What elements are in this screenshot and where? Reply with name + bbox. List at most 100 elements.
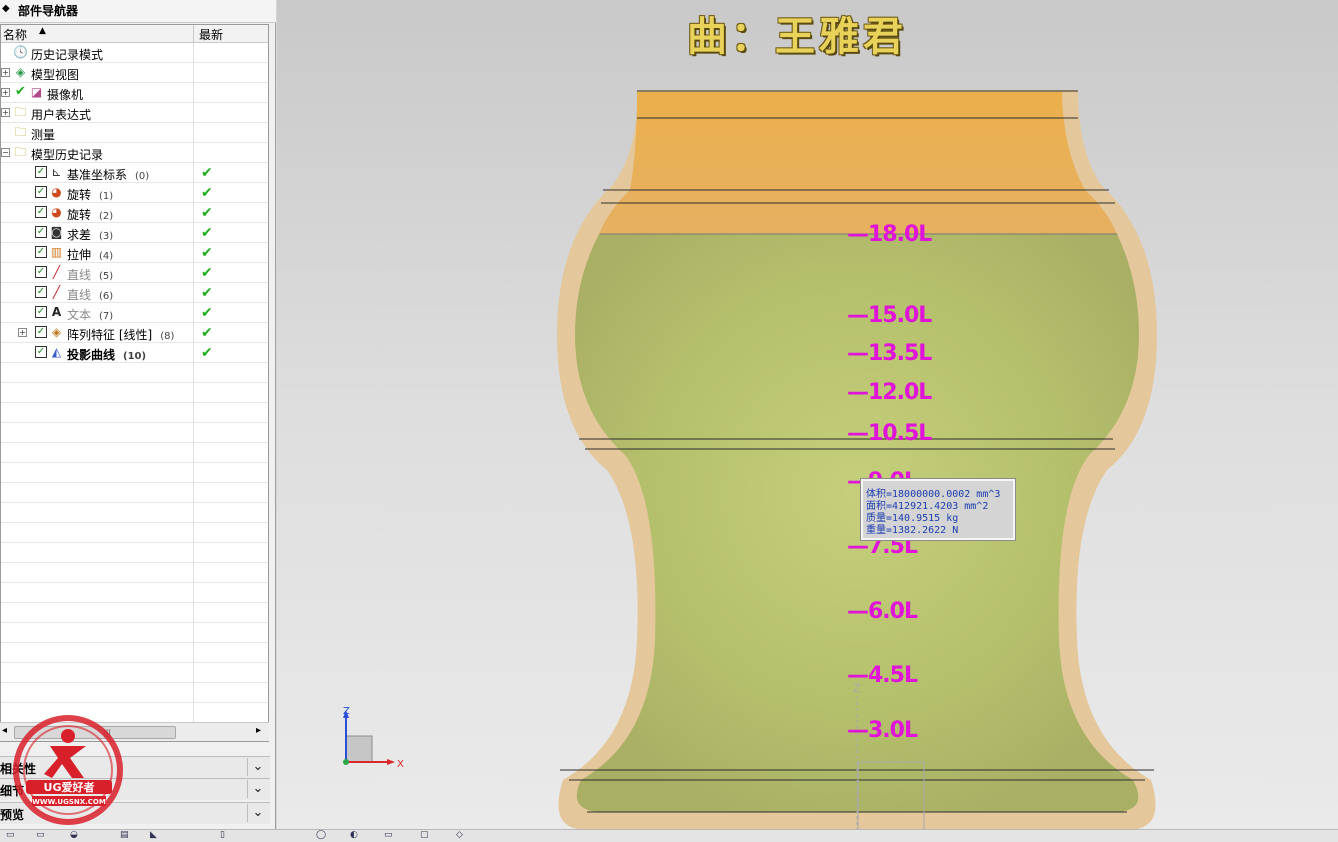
navigator-tree[interactable]: 名称 ▲ 最新 🕓 历史记录模式 + ◈ 模型视图 + ✔ ◪ 摄像机 + 🗀 用户表达式 🗀 测量 − 🗀 模… — [0, 24, 269, 742]
toolbar-icon[interactable]: ◣ — [150, 830, 157, 840]
pin-icon[interactable]: ◆ — [2, 3, 10, 14]
project-curve-icon: ◭ — [51, 345, 62, 359]
folder-icon: 🗀 — [14, 125, 27, 139]
tree-row[interactable]: ✓ ╱ 直线 (6) ✔ — [1, 283, 268, 303]
tree-row[interactable]: + ✔ ◪ 摄像机 — [1, 83, 268, 103]
tree-row-label: 求差 (3) — [67, 226, 113, 243]
tree-row-empty — [1, 583, 268, 603]
toolbar-icon[interactable]: ◯ — [316, 830, 326, 840]
vase-model[interactable]: Z — [277, 0, 1338, 829]
toolbar-icon[interactable]: ◇ — [456, 830, 463, 840]
toolbar-icon[interactable]: ▭ — [36, 830, 45, 840]
tree-row[interactable]: ✓ ◭ 投影曲线 (10) ✔ — [1, 343, 268, 363]
sort-asc-icon[interactable]: ▲ — [39, 26, 46, 36]
tree-row[interactable]: ✓ A 文本 (7) ✔ — [1, 303, 268, 323]
feature-name: 旋转 — [67, 188, 92, 202]
tree-row[interactable]: − 🗀 模型历史记录 — [1, 143, 268, 163]
tree-row-label: 阵列特征 [线性] (8) — [67, 326, 174, 343]
tree-row[interactable]: + 🗀 用户表达式 — [1, 103, 268, 123]
feature-checkbox[interactable]: ✓ — [35, 206, 47, 218]
datum-csys-icon: ⊾ — [51, 165, 62, 179]
toolbar-icon[interactable]: ▭ — [6, 830, 15, 840]
subtract-icon: ◙ — [50, 225, 63, 239]
tree-row[interactable]: 🗀 测量 — [1, 123, 268, 143]
feature-checkbox[interactable]: ✓ — [35, 186, 47, 198]
tree-row-label: 模型历史记录 — [31, 146, 103, 163]
tree-row[interactable]: ✓ ◕ 旋转 (1) ✔ — [1, 183, 268, 203]
feature-checkbox[interactable]: ✓ — [35, 266, 47, 278]
feature-checkbox[interactable]: ✓ — [35, 246, 47, 258]
chevron-down-icon[interactable]: ⌄ — [247, 780, 268, 798]
column-divider — [193, 563, 194, 583]
tree-row-empty — [1, 603, 268, 623]
tree-row[interactable]: ✓ ▥ 拉伸 (4) ✔ — [1, 243, 268, 263]
tree-row[interactable]: + ✓ ◈ 阵列特征 [线性] (8) ✔ — [1, 323, 268, 343]
feature-checkbox[interactable]: ✓ — [35, 166, 47, 178]
column-divider — [193, 423, 194, 443]
feature-checkbox[interactable]: ✓ — [35, 326, 47, 338]
expand-icon[interactable]: + — [18, 328, 27, 337]
feature-name: 阵列特征 [线性] — [67, 328, 153, 342]
feature-checkbox[interactable]: ✓ — [35, 226, 47, 238]
latest-check-icon: ✔ — [201, 305, 213, 321]
chevron-down-icon[interactable]: ⌄ — [247, 804, 268, 822]
expand-icon[interactable]: + — [1, 68, 10, 77]
column-divider — [193, 543, 194, 563]
weight-readout: 重量=1382.2622 N — [866, 525, 959, 536]
collapse-icon[interactable]: − — [1, 148, 10, 157]
feature-number: (1) — [99, 191, 114, 202]
feature-checkbox[interactable]: ✓ — [35, 286, 47, 298]
ugsnx-logo: UG爱好者 WWW.UGSNX.COM — [13, 715, 123, 825]
column-divider — [193, 583, 194, 603]
latest-check-icon: ✔ — [201, 265, 213, 281]
tree-row[interactable]: 🕓 历史记录模式 — [1, 43, 268, 63]
scroll-left-icon[interactable]: ◂ — [2, 725, 7, 736]
chevron-down-icon[interactable]: ⌄ — [247, 758, 268, 776]
extrude-icon: ▥ — [50, 245, 63, 259]
toolbar-icon[interactable]: ▭ — [384, 830, 393, 840]
column-divider — [193, 43, 194, 63]
column-latest-header[interactable]: 最新 — [199, 26, 223, 43]
tree-row[interactable]: ✓ ╱ 直线 (5) ✔ — [1, 263, 268, 283]
feature-name: 模型视图 — [31, 68, 80, 82]
column-divider — [193, 623, 194, 643]
column-divider — [193, 143, 194, 163]
column-divider — [193, 243, 194, 263]
feature-name: 求差 — [67, 228, 92, 242]
tree-row-label: 直线 (6) — [67, 286, 113, 303]
feature-name: 文本 — [67, 308, 92, 322]
toolbar-icon[interactable]: ▤ — [120, 830, 129, 840]
feature-checkbox[interactable]: ✓ — [35, 306, 47, 318]
tree-row-empty — [1, 423, 268, 443]
column-divider — [193, 463, 194, 483]
expand-icon[interactable]: + — [1, 108, 10, 117]
toolbar-icon[interactable]: ▢ — [420, 830, 429, 840]
feature-checkbox[interactable]: ✓ — [35, 346, 47, 358]
line-icon: ╱ — [52, 285, 61, 299]
scale-mark: —10.5L — [847, 421, 932, 446]
scale-mark: —12.0L — [847, 380, 932, 405]
tree-row-empty — [1, 463, 268, 483]
scroll-right-icon[interactable]: ▸ — [256, 725, 261, 736]
tree-row[interactable]: ✓ ◙ 求差 (3) ✔ — [1, 223, 268, 243]
visible-check-icon[interactable]: ✔ — [15, 84, 26, 99]
tree-row[interactable]: ✓ ◕ 旋转 (2) ✔ — [1, 203, 268, 223]
toolbar-icon[interactable]: ◐ — [350, 830, 358, 840]
column-divider — [193, 523, 194, 543]
toolbar-icon[interactable]: ◒ — [70, 830, 78, 840]
feature-name: 直线 — [67, 288, 92, 302]
column-divider — [193, 123, 194, 143]
expand-icon[interactable]: + — [1, 88, 10, 97]
revolve-icon: ◕ — [51, 205, 62, 219]
tree-row[interactable]: + ◈ 模型视图 — [1, 63, 268, 83]
folder-icon: 🗀 — [14, 105, 27, 119]
tree-row[interactable]: ✓ ⊾ 基准坐标系 (0) ✔ — [1, 163, 268, 183]
column-name-header[interactable]: 名称 — [3, 26, 27, 43]
toolbar-icon[interactable]: ▯ — [220, 830, 225, 840]
feature-number: (2) — [99, 211, 114, 222]
graphics-viewport[interactable]: 曲：王雅君 Z —18.0L —15.0L —13.5L —12.0L —10.… — [277, 0, 1338, 829]
tree-row-empty — [1, 383, 268, 403]
column-divider[interactable] — [193, 25, 194, 42]
tree-row-empty — [1, 683, 268, 703]
latest-check-icon: ✔ — [201, 165, 213, 181]
